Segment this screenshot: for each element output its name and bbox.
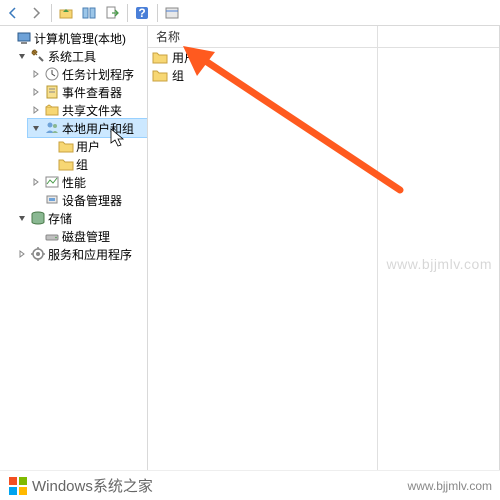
tree-label: 本地用户和组 [62, 120, 134, 137]
tree-storage[interactable]: 存储 [14, 209, 147, 227]
tree-task-scheduler[interactable]: 任务计划程序 [28, 65, 147, 83]
clock-icon [44, 66, 60, 82]
chevron-down-icon[interactable] [16, 50, 28, 62]
expander-spacer [44, 158, 56, 170]
list-item-label: 用户 [172, 49, 196, 66]
tree-label: 事件查看器 [62, 84, 122, 101]
list-item-label: 组 [172, 67, 184, 84]
toolbar-separator [51, 4, 52, 22]
tree-disk-management[interactable]: 磁盘管理 [28, 227, 147, 245]
folder-icon [152, 50, 168, 64]
show-hide-button[interactable] [78, 2, 100, 24]
computer-icon [16, 30, 32, 46]
tree-label: 性能 [62, 174, 86, 191]
list-header: 名称 [148, 26, 499, 48]
storage-icon [30, 210, 46, 226]
device-manager-icon [44, 192, 60, 208]
footer-url: www.bjjmlv.com [408, 479, 492, 493]
tree-panel[interactable]: 计算机管理(本地) 系统工具 任务计划程序 [0, 26, 148, 470]
main-panes: 计算机管理(本地) 系统工具 任务计划程序 [0, 26, 500, 470]
tree-shared-folders[interactable]: 共享文件夹 [28, 101, 147, 119]
tree-label: 计算机管理(本地) [34, 30, 126, 47]
expander-spacer [44, 140, 56, 152]
users-groups-icon [44, 120, 60, 136]
toolbar-separator [127, 4, 128, 22]
panes-icon [81, 5, 97, 21]
brand: Windows系统之家 [8, 475, 153, 496]
disk-icon [44, 228, 60, 244]
list-item[interactable]: 用户 [148, 48, 377, 66]
back-button[interactable] [2, 2, 24, 24]
expander-icon[interactable] [2, 32, 14, 44]
brand-text: Windows系统之家 [32, 475, 153, 496]
windows-logo-icon [8, 476, 28, 496]
event-icon [44, 84, 60, 100]
help-button[interactable]: ? [131, 2, 153, 24]
arrow-right-icon [29, 6, 43, 20]
export-button[interactable] [101, 2, 123, 24]
folder-icon [152, 68, 168, 82]
column-name[interactable]: 名称 [148, 26, 378, 47]
list-item[interactable]: 组 [148, 66, 377, 84]
folder-up-icon [58, 5, 74, 21]
help-icon: ? [134, 5, 150, 21]
list-panel: 名称 用户 组 [148, 26, 499, 470]
tree-system-tools[interactable]: 系统工具 [14, 47, 147, 65]
performance-icon [44, 174, 60, 190]
tools-icon [30, 48, 46, 64]
expander-spacer [30, 194, 42, 206]
properties-button[interactable] [161, 2, 183, 24]
tree-label: 系统工具 [48, 48, 96, 65]
tree-label: 任务计划程序 [62, 66, 134, 83]
tree-label: 设备管理器 [62, 192, 122, 209]
properties-icon [164, 5, 180, 21]
chevron-right-icon[interactable] [30, 104, 42, 116]
tree-event-viewer[interactable]: 事件查看器 [28, 83, 147, 101]
chevron-right-icon[interactable] [30, 176, 42, 188]
export-icon [104, 5, 120, 21]
svg-text:?: ? [138, 6, 145, 20]
tree-label: 磁盘管理 [62, 228, 110, 245]
tree-label: 用户 [76, 138, 100, 155]
tree-label: 服务和应用程序 [48, 246, 132, 263]
toolbar: ? [0, 0, 500, 26]
tree-label: 共享文件夹 [62, 102, 122, 119]
tree-users-folder[interactable]: 用户 [42, 137, 147, 155]
arrow-left-icon [6, 6, 20, 20]
folder-icon [58, 156, 74, 172]
folder-icon [58, 138, 74, 154]
chevron-down-icon[interactable] [30, 122, 42, 134]
list-body[interactable]: 用户 组 [148, 48, 499, 470]
tree-services-apps[interactable]: 服务和应用程序 [14, 245, 147, 263]
forward-button[interactable] [25, 2, 47, 24]
chevron-right-icon[interactable] [16, 248, 28, 260]
chevron-down-icon[interactable] [16, 212, 28, 224]
tree-label: 存储 [48, 210, 72, 227]
toolbar-separator [157, 4, 158, 22]
chevron-right-icon[interactable] [30, 68, 42, 80]
footer: Windows系统之家 www.bjjmlv.com [0, 470, 500, 500]
shared-folder-icon [44, 102, 60, 118]
expander-spacer [30, 230, 42, 242]
services-icon [30, 246, 46, 262]
tree-groups-folder[interactable]: 组 [42, 155, 147, 173]
tree-performance[interactable]: 性能 [28, 173, 147, 191]
tree-device-manager[interactable]: 设备管理器 [28, 191, 147, 209]
chevron-right-icon[interactable] [30, 86, 42, 98]
tree-label: 组 [76, 156, 88, 173]
tree-root-computer-management[interactable]: 计算机管理(本地) [0, 29, 147, 47]
tree-local-users-groups[interactable]: 本地用户和组 [28, 119, 147, 137]
up-button[interactable] [55, 2, 77, 24]
